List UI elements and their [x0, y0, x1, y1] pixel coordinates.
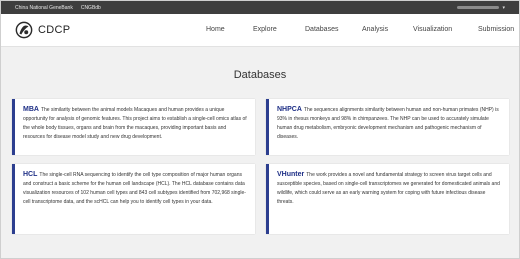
database-name[interactable]: MBA — [23, 106, 39, 113]
database-name[interactable]: NHPCA — [277, 106, 302, 113]
database-description: The similarity between the animal models… — [23, 107, 247, 140]
nav-visualization[interactable]: Visualization — [413, 26, 452, 33]
database-description: The single-cell RNA sequencing to identi… — [23, 172, 246, 205]
top-utility-bar: China National GeneBank CNGBdb ▾ — [1, 1, 519, 14]
nav-menu: Home Explore Databases Analysis Visualiz… — [1, 14, 519, 47]
nav-submission[interactable]: Submission — [478, 26, 514, 33]
org-short-link[interactable]: CNGBdb — [81, 5, 101, 11]
page-title: Databases — [233, 69, 287, 81]
org-link[interactable]: China National GeneBank — [15, 5, 73, 11]
database-card-mba[interactable]: MBA The similarity between the animal mod… — [12, 99, 255, 155]
database-card-vhunter[interactable]: VHunter The work provides a novel and fun… — [266, 164, 509, 234]
nav-databases[interactable]: Databases — [305, 26, 338, 33]
nav-home[interactable]: Home — [206, 26, 225, 33]
user-menu[interactable]: ▾ — [449, 4, 505, 11]
main-navbar: CDCP Home Explore Databases Analysis Vis… — [1, 14, 519, 47]
database-description: The sequences alignments similarity betw… — [277, 107, 499, 140]
user-name-blurred — [457, 6, 500, 9]
caret-down-icon: ▾ — [502, 4, 505, 11]
app-window: China National GeneBank CNGBdb ▾ CDCP Ho… — [0, 0, 520, 259]
nav-explore[interactable]: Explore — [253, 26, 277, 33]
nav-analysis[interactable]: Analysis — [362, 26, 388, 33]
database-name[interactable]: VHunter — [277, 171, 304, 178]
database-name[interactable]: HCL — [23, 171, 37, 178]
database-description: The work provides a novel and fundamenta… — [277, 172, 500, 205]
database-card-nhpca[interactable]: NHPCA The sequences alignments similarity… — [266, 99, 509, 155]
database-card-hcl[interactable]: HCL The single-cell RNA sequencing to ide… — [12, 164, 255, 234]
